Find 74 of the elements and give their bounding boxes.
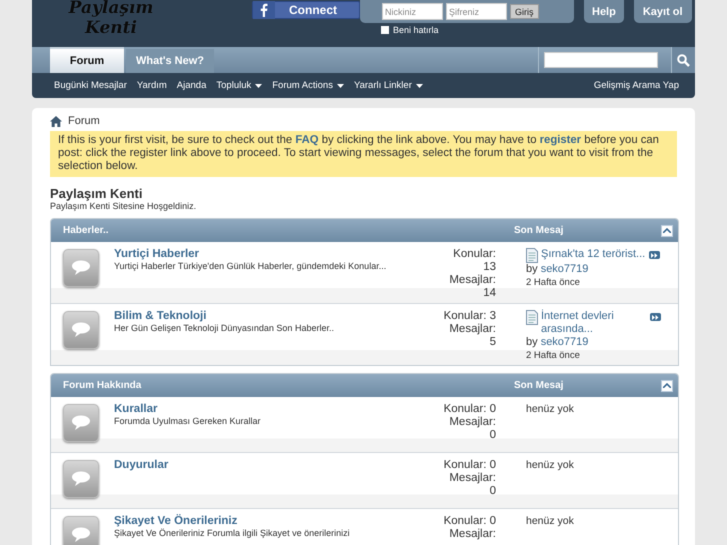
password-field[interactable]: Şifreniz [446, 3, 507, 20]
author-link[interactable]: seko7719 [540, 263, 588, 275]
last-post-link[interactable]: Şırnak'ta 12 terörist... [541, 248, 646, 261]
collapse-icon[interactable] [661, 380, 673, 392]
nav-link[interactable]: Forum Actions [272, 80, 344, 91]
remember-label: Beni hatırla [393, 25, 439, 35]
no-post-text: henüz yok [526, 459, 575, 472]
advanced-search-link[interactable]: Gelişmiş Arama Yap [594, 80, 679, 91]
no-post-text: henüz yok [526, 515, 575, 528]
speech-bubble-icon [63, 311, 99, 349]
forum-stat: Mesajlar: 5 [448, 323, 496, 349]
document-icon [526, 248, 538, 263]
breadcrumb-link[interactable]: Forum [68, 115, 100, 127]
forum-stat: Mesajlar: [448, 528, 496, 541]
search-field[interactable] [544, 52, 658, 68]
forum-stat: Konular: 0 [442, 515, 496, 528]
column-heading: Son Mesaj [514, 225, 564, 236]
forum-stat: Mesajlar: 0 [448, 472, 496, 498]
header-button[interactable]: Help [584, 0, 624, 23]
go-to-post-icon[interactable] [649, 251, 660, 259]
nav-link[interactable]: Topluluk [216, 80, 262, 91]
header-button[interactable]: Kayıt ol [634, 0, 692, 23]
forum-description: Yurtiçi Haberler Türkiye'den Günlük Haberler, gündemdeki Konular... [114, 261, 388, 271]
speech-bubble-icon [63, 460, 99, 498]
forum-stat: Mesajlar: 14 [448, 274, 496, 300]
by-label: by [526, 336, 538, 348]
category-title[interactable]: Forum Hakkında [63, 380, 142, 391]
last-post-time: 2 Hafta önce [526, 276, 581, 289]
forum-stat: Konular: 0 [442, 403, 496, 416]
collapse-icon[interactable] [661, 224, 673, 236]
speech-bubble-icon [63, 404, 99, 442]
document-icon [526, 310, 538, 325]
forum-stat: Mesajlar: 0 [448, 416, 496, 442]
notice-message: If this is your first visit, be sure to check out the FAQ by clicking the link above. You may have to register before you can post: click the register link above to proceed. To start viewing messages, select the forum that you want to visit from the selection below. [50, 131, 677, 177]
forum-title-link[interactable]: Yurtiçi Haberler [114, 248, 440, 260]
forum-description: Her Gün Gelişen Teknoloji Dünyasından Son Haberler.. [114, 323, 335, 333]
nav-link[interactable]: Yararlı Linkler [354, 80, 423, 91]
home-icon[interactable] [50, 116, 62, 126]
search-button[interactable] [671, 47, 695, 73]
last-post-time: 2 Hafta önce [526, 349, 581, 362]
nav-tab[interactable]: What's New? [126, 49, 214, 73]
login-button[interactable]: Giriş [510, 4, 538, 19]
search-icon [677, 54, 690, 66]
forum-title-link[interactable]: Bilim & Teknoloji [114, 310, 440, 322]
caret-icon [255, 84, 262, 88]
category-title[interactable]: Haberler.. [63, 225, 109, 236]
forum-title-link[interactable]: Duyurular [114, 459, 440, 471]
nav-link[interactable]: Bugünki Mesajlar [54, 80, 127, 91]
forum-stat: Konular: 13 [452, 248, 496, 274]
nav-link[interactable]: Ajanda [176, 80, 206, 91]
author-link[interactable]: seko7719 [540, 336, 588, 348]
facebook-icon [253, 1, 275, 19]
nav-link[interactable]: Yardım [136, 80, 167, 91]
forum-title-link[interactable]: Kurallar [114, 403, 440, 415]
caret-icon [336, 84, 344, 88]
go-to-post-icon[interactable] [650, 313, 661, 321]
no-post-text: henüz yok [526, 403, 575, 416]
last-post-link[interactable]: İnternet devleri arasında... [541, 310, 646, 336]
site-subtitle: Paylaşım Kenti Sitesine Hoşgeldiniz. [50, 201, 198, 211]
speech-bubble-icon [63, 516, 99, 545]
forum-stat: Konular: 0 [442, 459, 496, 472]
speech-bubble-icon [63, 249, 99, 287]
caret-icon [416, 84, 423, 88]
forum-description: Şikayet Ve Önerileriniz Forumla ilgili Şikayet ve önerilerinizi [114, 528, 351, 538]
nav-tab[interactable]: Forum [50, 47, 124, 73]
username-field[interactable]: Nickiniz [382, 3, 443, 20]
by-label: by [526, 263, 538, 275]
forum-title-link[interactable]: Şikayet Ve Önerileriniz [114, 515, 440, 527]
forum-description: Forumda Uyulması Gereken Kurallar [114, 416, 262, 426]
forum-stat: Konular: 3 [442, 310, 496, 323]
remember-checkbox[interactable] [381, 26, 389, 34]
column-heading: Son Mesaj [514, 380, 564, 391]
facebook-connect-button[interactable]: Connect [252, 1, 360, 19]
site-title: Paylaşım Kenti [50, 186, 144, 201]
